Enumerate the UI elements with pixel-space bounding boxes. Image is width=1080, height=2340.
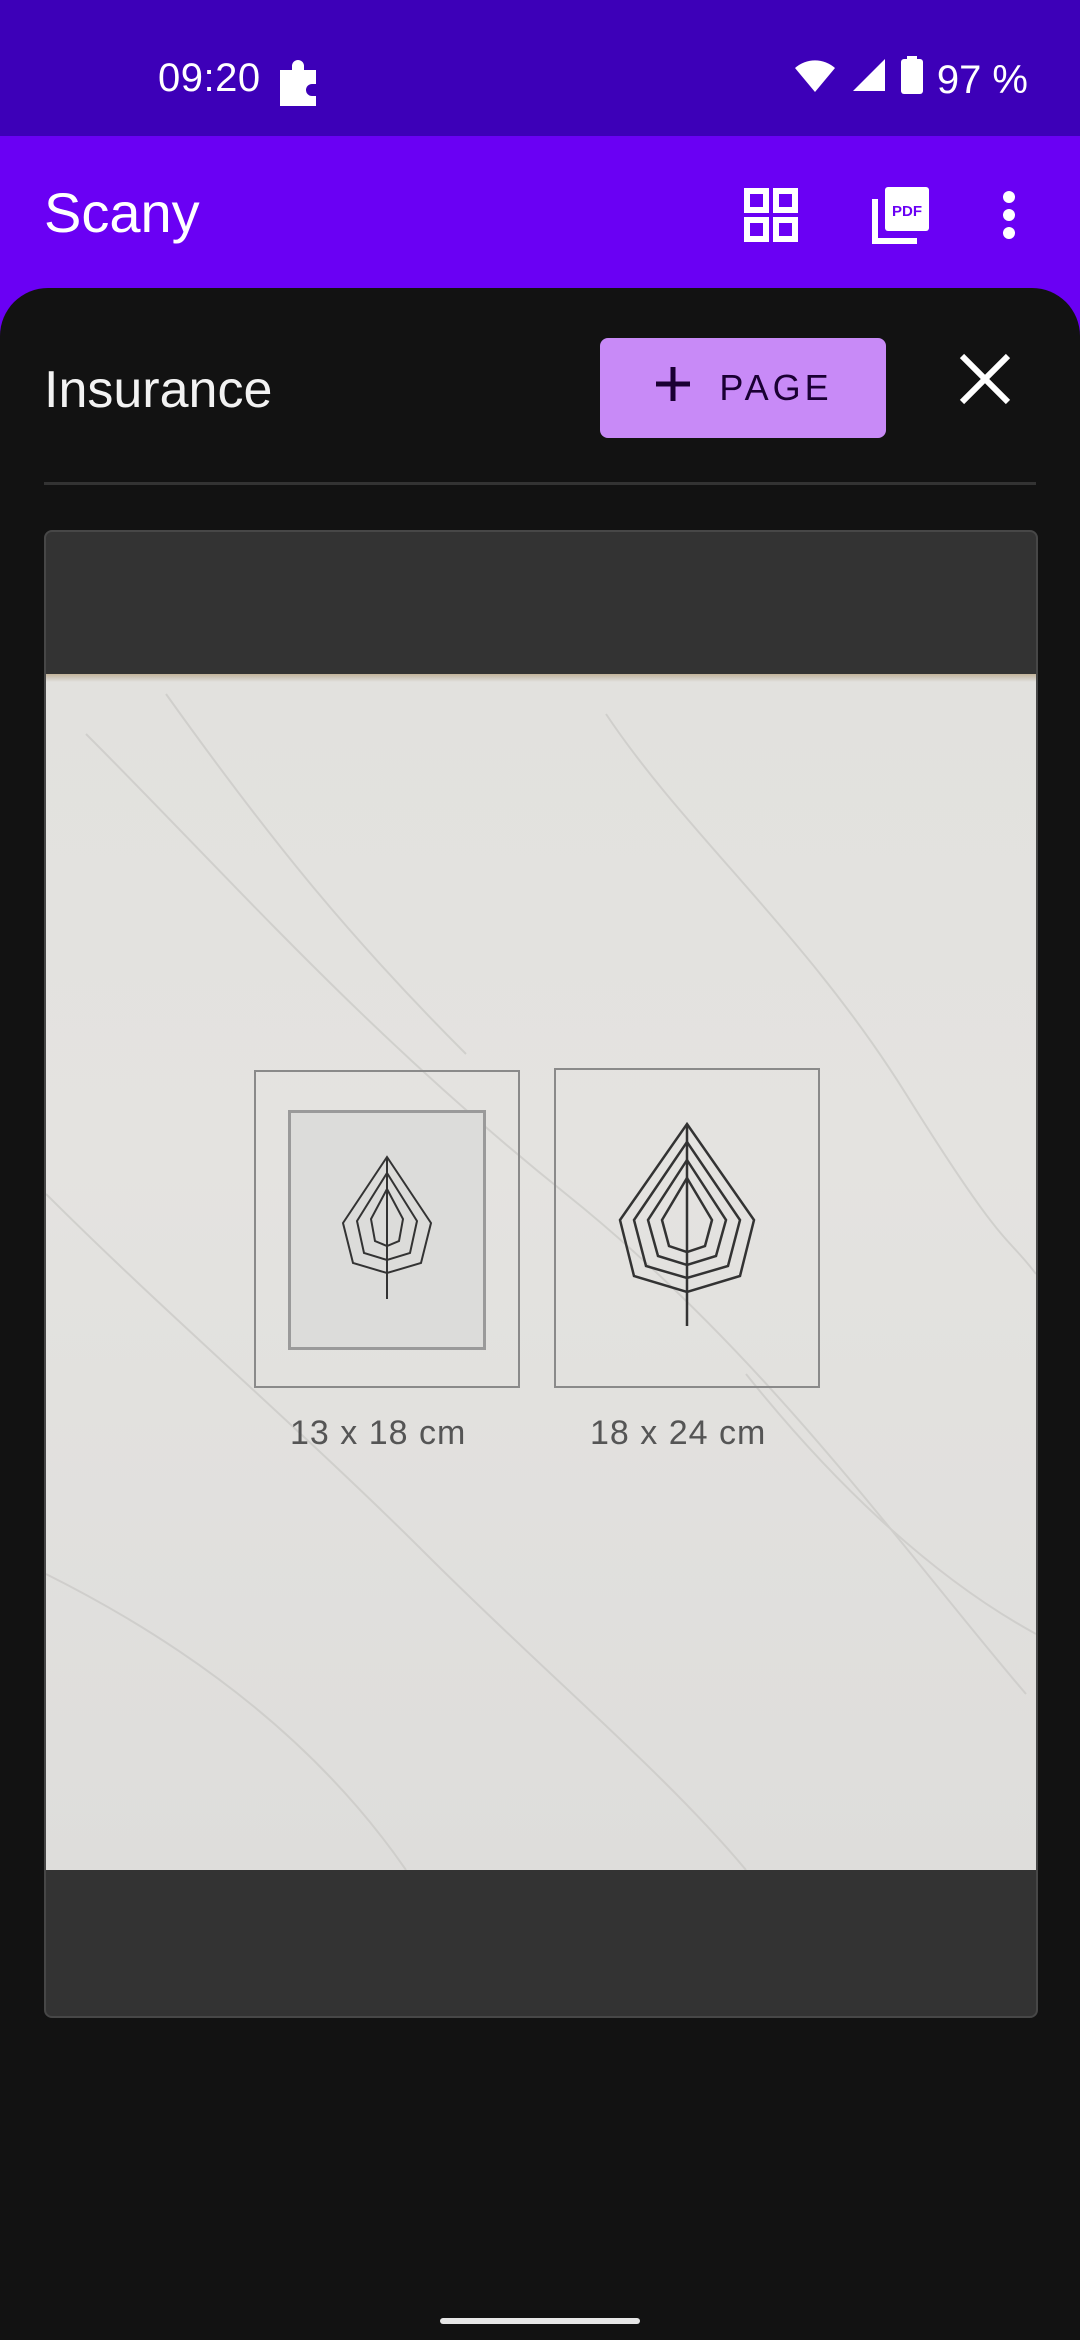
scanned-page-image: 13 x 18 cm 18 x 24 cm xyxy=(46,674,1036,1870)
close-icon[interactable] xyxy=(950,344,1020,414)
battery-percent: 97 % xyxy=(936,57,1028,102)
navigation-bar xyxy=(0,2296,1080,2340)
divider xyxy=(44,482,1036,485)
leaf-icon xyxy=(618,1121,756,1326)
puzzle-icon xyxy=(276,58,322,108)
wifi-icon xyxy=(793,58,837,103)
frame-small-mat xyxy=(288,1110,486,1350)
status-time: 09:20 xyxy=(158,56,261,100)
frame-small xyxy=(254,1070,520,1388)
frame-large-label: 18 x 24 cm xyxy=(590,1414,767,1452)
frame-large xyxy=(554,1068,820,1388)
svg-text:PDF: PDF xyxy=(892,203,922,220)
cell-signal-icon xyxy=(851,57,887,103)
frame-small-label: 13 x 18 cm xyxy=(290,1414,467,1452)
home-indicator[interactable] xyxy=(440,2318,640,2324)
app-title: Scany xyxy=(44,181,200,244)
add-page-label: PAGE xyxy=(719,367,833,408)
more-vert-icon[interactable] xyxy=(984,180,1034,250)
status-bar: 09:20 97 % xyxy=(0,0,1080,136)
grid-view-icon[interactable] xyxy=(736,180,806,250)
document-title: Insurance xyxy=(44,361,273,419)
status-right: 97 % xyxy=(793,56,1028,104)
battery-icon xyxy=(900,56,923,104)
document-sheet: Insurance PAGE 13 x 18 cm 18 x 24 cm xyxy=(0,288,1080,2340)
marble-texture xyxy=(46,693,1036,1870)
add-page-button[interactable]: PAGE xyxy=(600,338,886,438)
plus-icon xyxy=(653,364,693,413)
app-bar: Scany PDF xyxy=(0,136,1080,296)
page-preview[interactable]: 13 x 18 cm 18 x 24 cm xyxy=(44,530,1038,2018)
leaf-icon xyxy=(341,1155,433,1299)
pdf-icon[interactable]: PDF xyxy=(866,180,936,250)
